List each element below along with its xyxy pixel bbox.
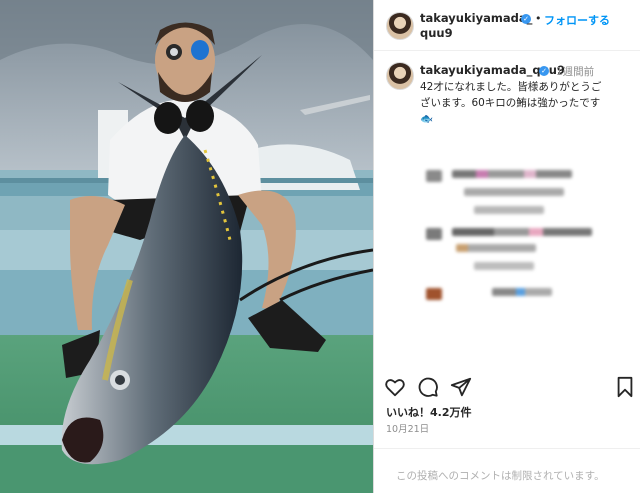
- follow-button[interactable]: フォローする: [544, 12, 610, 28]
- header-username[interactable]: takayukiyamada_ quu9: [420, 11, 532, 41]
- blurred-text: [464, 188, 564, 196]
- action-bar: [374, 376, 640, 398]
- blurred-avatar: [426, 228, 442, 240]
- blurred-text: [474, 262, 534, 270]
- blurred-text: [456, 244, 536, 252]
- verified-badge-icon: ✓: [521, 14, 531, 24]
- heart-icon[interactable]: [384, 376, 406, 398]
- share-icon[interactable]: [450, 376, 472, 398]
- caption-line-2: ざいます。60キロの鮪は強かったです: [420, 97, 601, 109]
- comments-restricted-notice: この投稿へのコメントは制限されています。: [374, 448, 640, 494]
- post-info-panel: takayukiyamada_ quu9 ✓ • フォローする takayuki…: [374, 0, 640, 493]
- header-username-line1[interactable]: takayukiyamada_: [420, 11, 532, 26]
- header-username-line2[interactable]: quu9: [420, 26, 520, 41]
- fish-emoji-icon: 🐟: [420, 113, 434, 125]
- tuna-fishing-photo: [0, 0, 373, 493]
- blurred-avatar: [426, 288, 442, 300]
- caption-verified-badge-icon: ✓: [539, 66, 549, 76]
- caption-line-1: 42才になれました。皆様ありがとうご: [420, 81, 602, 93]
- post-header: takayukiyamada_ quu9 ✓ • フォローする: [374, 0, 640, 51]
- caption-text: 42才になれました。皆様ありがとうご ざいます。60キロの鮪は強かったです 🐟: [420, 79, 630, 127]
- caption-avatar[interactable]: [386, 62, 414, 90]
- blurred-avatar: [426, 170, 442, 182]
- blurred-text: [452, 170, 572, 178]
- comment-icon[interactable]: [417, 376, 439, 398]
- separator-dot: •: [535, 12, 542, 25]
- blurred-text: [474, 206, 544, 214]
- avatar[interactable]: [386, 12, 414, 40]
- blurred-text: [452, 228, 592, 236]
- caption-timestamp[interactable]: 1週間前: [556, 64, 594, 79]
- likes-count[interactable]: いいね！4.2万件: [386, 404, 472, 420]
- bookmark-icon[interactable]: [614, 376, 636, 398]
- post-photo[interactable]: [0, 0, 373, 493]
- comments-restricted-text: この投稿へのコメントは制限されています。: [396, 470, 605, 482]
- blurred-text: [492, 288, 552, 296]
- post-date[interactable]: 10月21日: [386, 421, 429, 435]
